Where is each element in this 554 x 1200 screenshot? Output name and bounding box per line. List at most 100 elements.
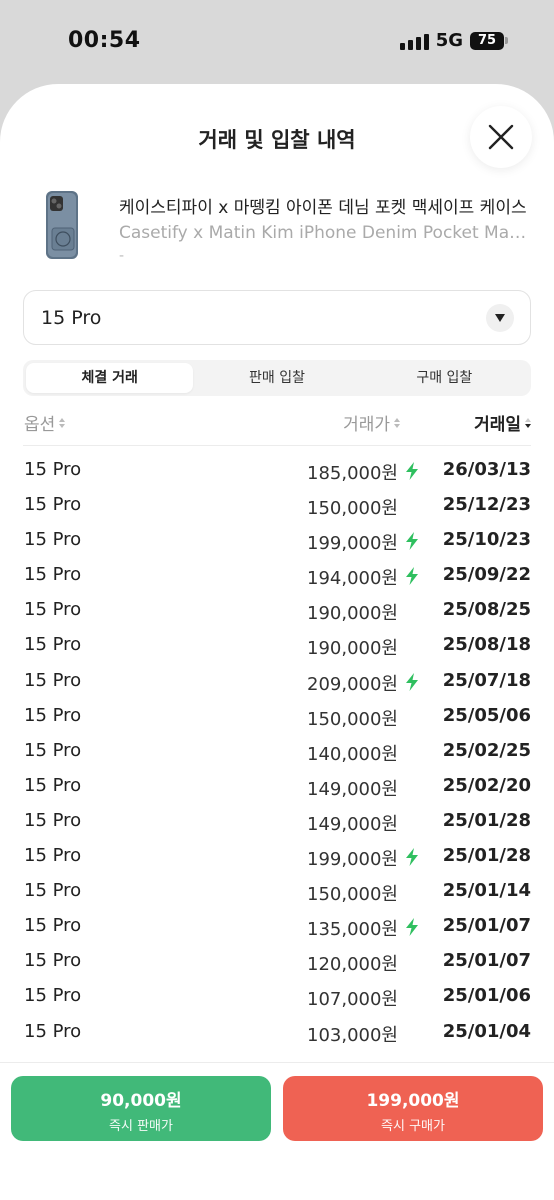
row-date: 25/01/28 <box>442 845 531 867</box>
lightning-bolt-icon <box>406 918 418 937</box>
table-row: 15 Pro 120,000원 25/01/07 <box>23 946 531 981</box>
row-option: 15 Pro <box>24 880 82 902</box>
lightning-bolt-icon <box>406 672 418 691</box>
row-price: 150,000원 <box>307 884 398 906</box>
lightning-bolt-icon <box>406 462 418 480</box>
instant-sell-price: 90,000원 <box>100 1091 182 1111</box>
tab-buy-bids[interactable]: 구매 입찰 <box>361 363 528 393</box>
row-price: 185,000원 <box>307 463 398 484</box>
row-option: 15 Pro <box>24 739 82 761</box>
table-row: 15 Pro 150,000원 25/01/14 <box>23 876 531 911</box>
table-row: 15 Pro 150,000원 25/12/23 <box>23 490 531 525</box>
table-row: 15 Pro 199,000원 25/01/28 <box>23 841 531 876</box>
product-summary: 케이스티파이 x 마뗑킴 아이폰 데님 포켓 맥세이프 케이스 Casetify… <box>36 188 536 268</box>
row-option: 15 Pro <box>24 774 82 796</box>
date-header-label: 거래일 <box>474 415 521 435</box>
trade-list: 15 Pro 185,000원 26/03/13 15 Pro 150,000원 25/1… <box>23 455 531 1052</box>
row-date: 25/01/04 <box>442 1020 531 1042</box>
row-price: 140,000원 <box>307 743 398 765</box>
sort-by-date[interactable]: 거래일 <box>474 410 531 435</box>
sort-icon <box>525 417 531 428</box>
product-model-number: - <box>119 248 125 264</box>
row-date: 25/01/07 <box>442 950 531 972</box>
row-option: 15 Pro <box>24 669 82 691</box>
sort-by-option[interactable]: 옵션 <box>24 410 66 435</box>
triangle-down-icon <box>486 304 514 332</box>
network-type: 5G <box>435 30 463 51</box>
table-header: 옵션 거래가 거래일 <box>23 404 531 446</box>
signal-icon <box>399 32 429 50</box>
row-option: 15 Pro <box>24 599 82 621</box>
row-price: 103,000원 <box>307 1024 398 1046</box>
row-option: 15 Pro <box>24 704 82 726</box>
row-date: 25/12/23 <box>442 494 531 516</box>
row-price: 149,000원 <box>307 813 398 835</box>
row-price: 199,000원 <box>307 533 398 555</box>
row-date: 25/09/22 <box>442 564 531 586</box>
table-row: 15 Pro 150,000원 25/05/06 <box>23 701 531 736</box>
row-price: 107,000원 <box>307 989 398 1011</box>
row-price: 150,000원 <box>307 498 398 520</box>
price-header-label: 거래가 <box>343 415 390 435</box>
instant-buy-price: 199,000원 <box>366 1091 460 1111</box>
table-row: 15 Pro 209,000원 25/07/18 <box>23 666 531 701</box>
table-row: 15 Pro 135,000원 25/01/07 <box>23 911 531 946</box>
row-date: 26/03/13 <box>442 459 531 480</box>
tab-bar: 체결 거래 판매 입찰 구매 입찰 <box>0 360 554 400</box>
table-row: 15 Pro 149,000원 25/02/20 <box>23 771 531 806</box>
history-tabs: 체결 거래 판매 입찰 구매 입찰 <box>23 360 531 396</box>
row-date: 25/07/18 <box>442 669 531 691</box>
row-date: 25/02/25 <box>442 739 531 761</box>
row-option: 15 Pro <box>24 634 82 656</box>
row-option: 15 Pro <box>24 494 82 516</box>
row-option: 15 Pro <box>24 915 82 937</box>
product-title: 케이스티파이 x 마뗑킴 아이폰 데님 포켓 맥세이프 케이스 <box>119 198 527 218</box>
row-option: 15 Pro <box>24 985 82 1007</box>
table-row: 15 Pro 190,000원 25/08/18 <box>23 630 531 665</box>
table-row: 15 Pro 149,000원 25/01/28 <box>23 806 531 841</box>
row-option: 15 Pro <box>24 845 82 867</box>
sort-by-price[interactable]: 거래가 <box>343 410 400 435</box>
row-option: 15 Pro <box>24 1020 82 1042</box>
table-row: 15 Pro 103,000원 25/01/04 <box>23 1017 531 1052</box>
row-date: 25/02/20 <box>442 774 531 796</box>
instant-sell-label: 즉시 판매가 <box>109 1119 173 1134</box>
row-price: 135,000원 <box>307 919 398 941</box>
row-price: 199,000원 <box>307 849 398 871</box>
row-price: 120,000원 <box>307 954 398 976</box>
instant-buy-button[interactable]: 199,000원 즉시 구매가 <box>283 1076 543 1141</box>
battery-level: 75 <box>470 31 504 50</box>
tab-sell-bids[interactable]: 판매 입찰 <box>193 363 360 393</box>
row-price: 194,000원 <box>307 568 398 590</box>
trade-history-sheet: 거래 및 입찰 내역 케이스티파이 x 마뗑킴 아이폰 데님 포켓 맥세이프 케… <box>0 84 554 1200</box>
instant-sell-button[interactable]: 90,000원 즉시 판매가 <box>11 1076 271 1141</box>
close-button[interactable] <box>470 106 532 168</box>
row-date: 25/01/06 <box>442 985 531 1007</box>
table-row: 15 Pro 140,000원 25/02/25 <box>23 736 531 771</box>
row-option: 15 Pro <box>24 809 82 831</box>
row-option: 15 Pro <box>24 564 82 586</box>
lightning-bolt-icon <box>406 567 418 586</box>
sort-icon <box>59 417 66 428</box>
status-bar: 00:54 5G 75 <box>0 0 554 84</box>
tab-trades[interactable]: 체결 거래 <box>26 363 194 393</box>
row-option: 15 Pro <box>24 529 82 551</box>
row-date: 25/01/28 <box>442 809 531 831</box>
row-price: 209,000원 <box>307 673 398 695</box>
table-row: 15 Pro 199,000원 25/10/23 <box>23 525 531 560</box>
lightning-bolt-icon <box>406 848 418 867</box>
status-indicators: 5G 75 <box>399 30 508 51</box>
row-date: 25/10/23 <box>442 529 531 551</box>
table-row: 15 Pro 190,000원 25/08/25 <box>23 595 531 630</box>
size-select[interactable]: 15 Pro <box>23 290 531 345</box>
row-date: 25/08/18 <box>442 634 531 656</box>
size-select-value: 15 Pro <box>41 307 102 329</box>
instant-buy-label: 즉시 구매가 <box>381 1119 445 1134</box>
product-thumbnail <box>46 191 78 259</box>
table-row: 15 Pro 185,000원 26/03/13 <box>23 455 531 490</box>
row-option: 15 Pro <box>24 459 82 480</box>
row-price: 190,000원 <box>307 603 398 625</box>
table-row: 15 Pro 107,000원 25/01/06 <box>23 981 531 1016</box>
row-price: 149,000원 <box>307 778 398 800</box>
row-date: 25/01/14 <box>442 880 531 902</box>
